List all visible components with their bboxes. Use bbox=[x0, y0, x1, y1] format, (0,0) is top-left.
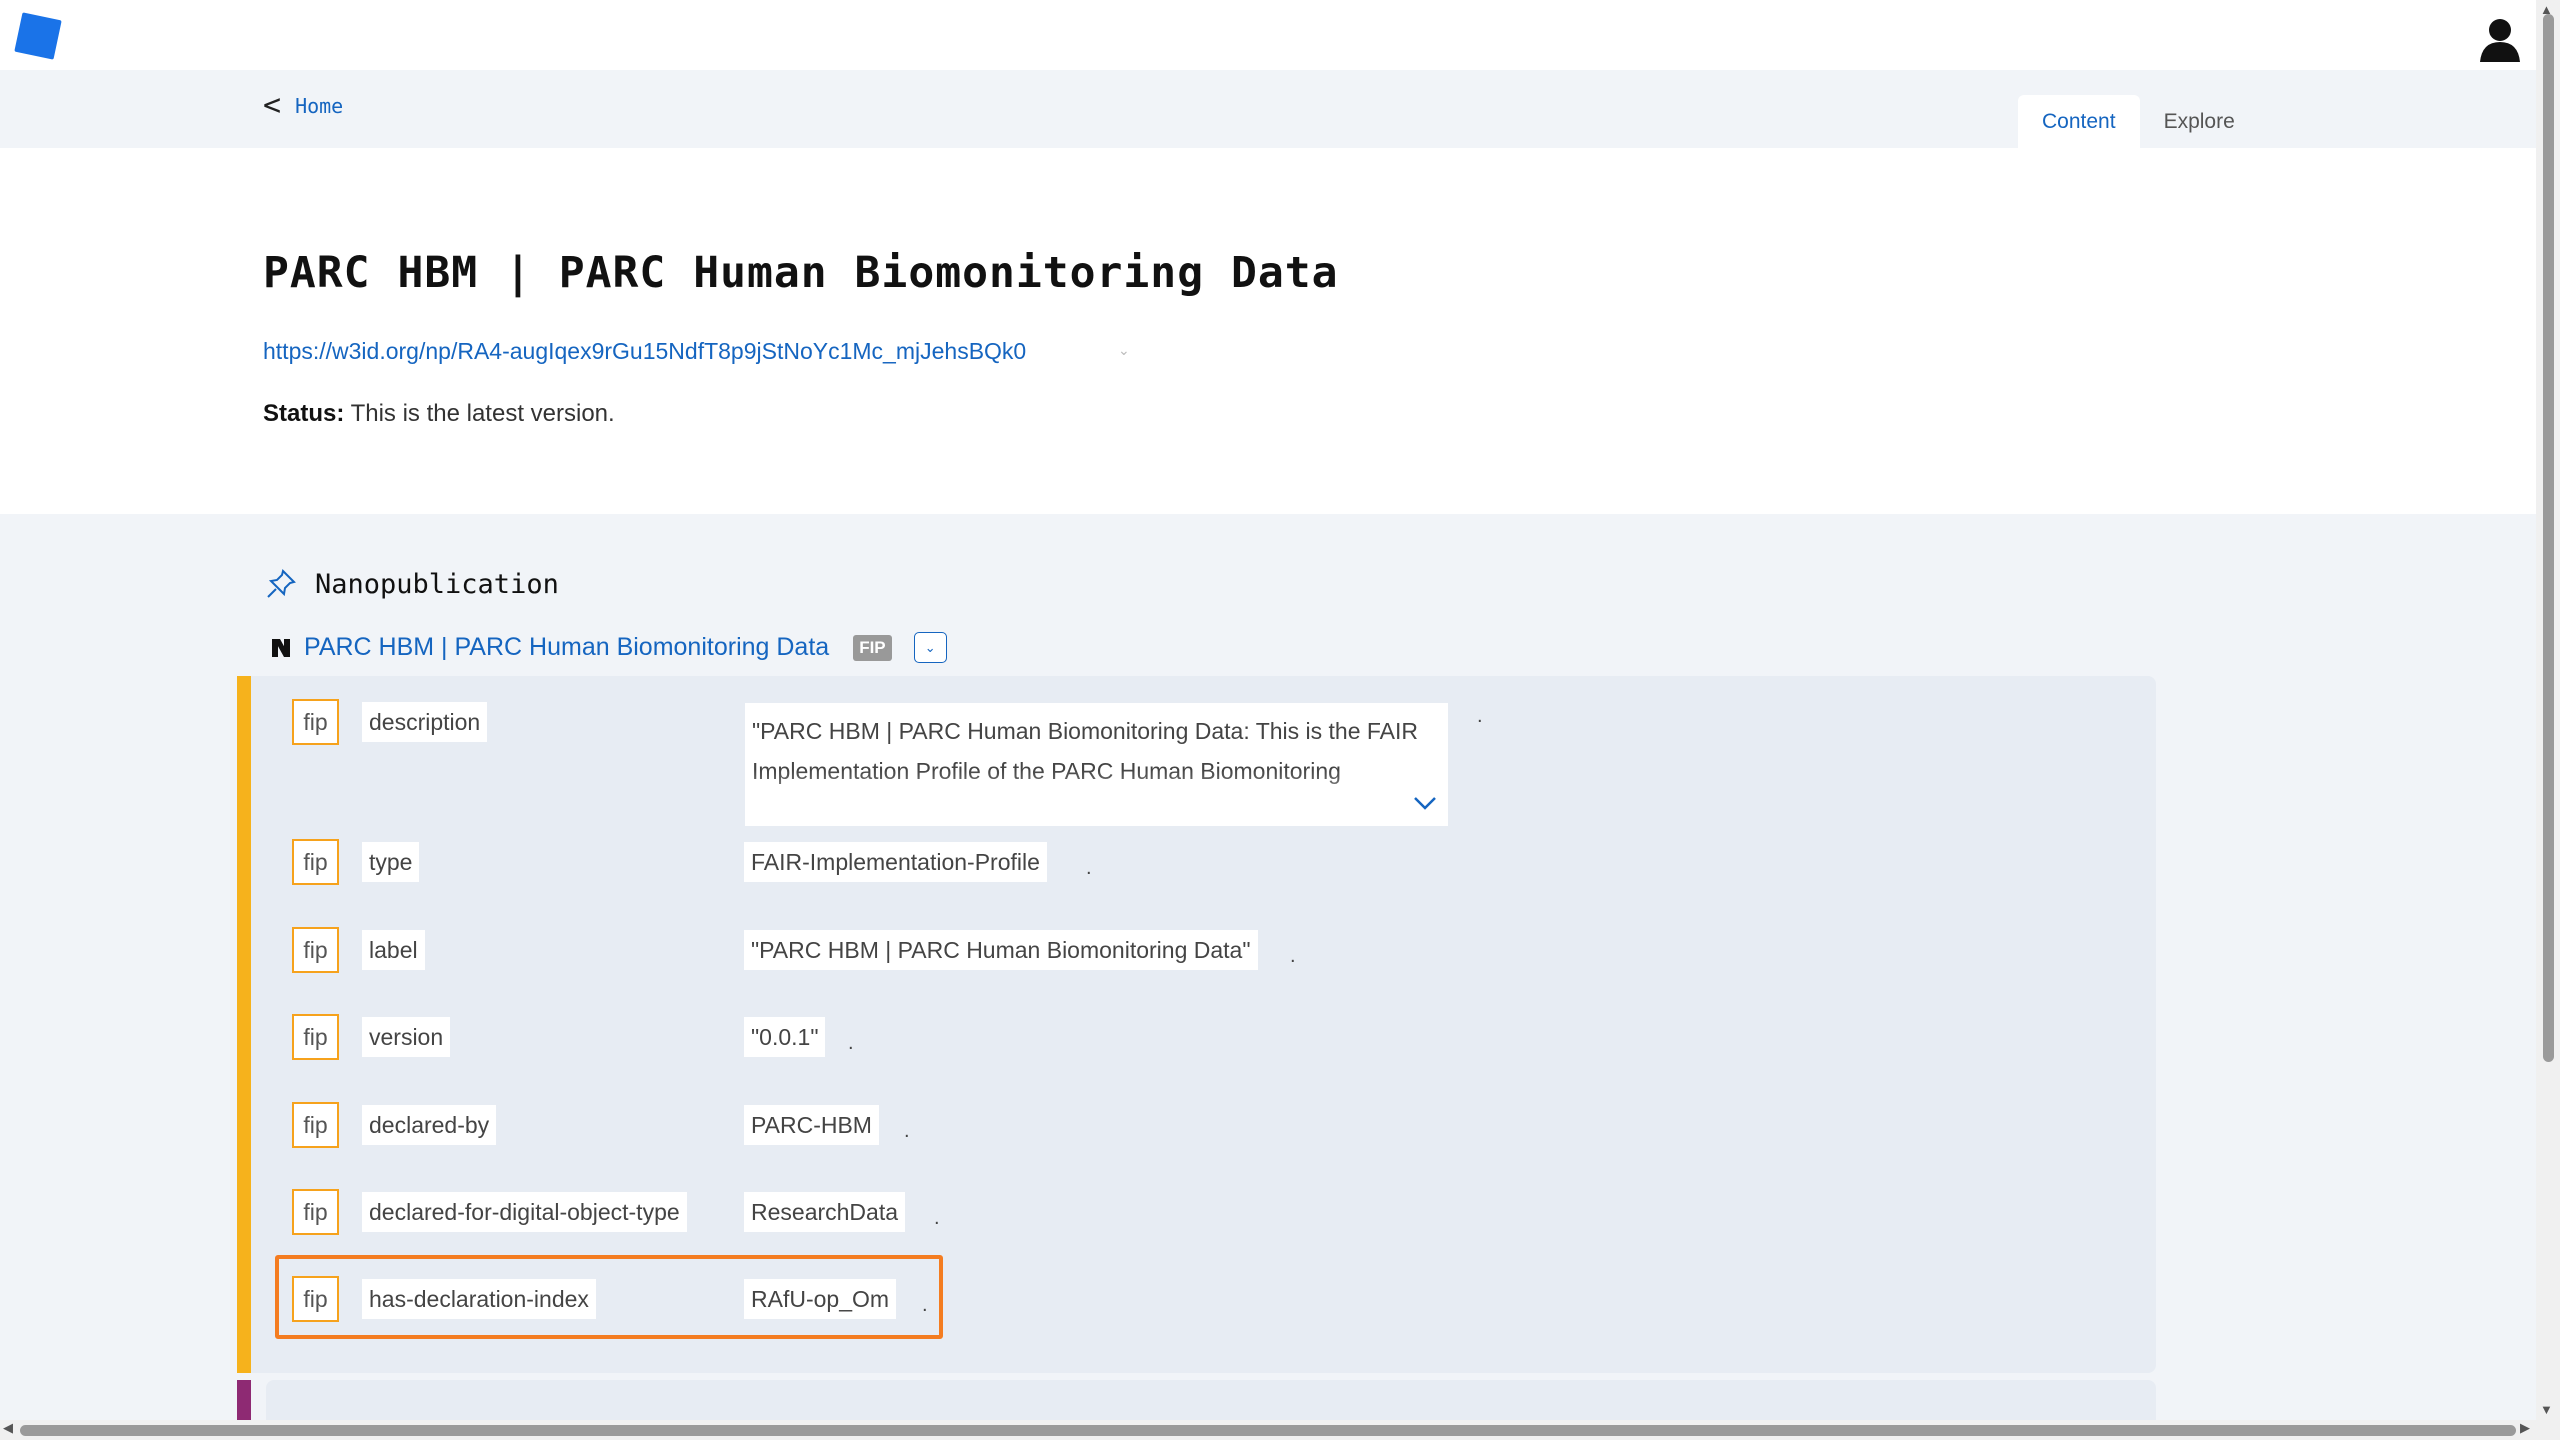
object-term[interactable]: FAIR-Implementation-Profile bbox=[744, 842, 1047, 882]
scroll-left-icon[interactable]: ◀ bbox=[3, 1420, 13, 1436]
subject-term[interactable]: fip bbox=[292, 1014, 339, 1060]
nanopub-logo-icon[interactable] bbox=[14, 12, 62, 60]
tab-content[interactable]: Content bbox=[2018, 95, 2140, 148]
scroll-right-icon[interactable]: ▶ bbox=[2520, 1420, 2530, 1436]
expand-chevron-icon[interactable] bbox=[1412, 793, 1438, 813]
predicate-term[interactable]: description bbox=[362, 702, 488, 742]
breadcrumb: < Home bbox=[263, 91, 343, 121]
user-avatar-icon[interactable] bbox=[2478, 16, 2522, 62]
statement-end-dot: . bbox=[1290, 945, 1296, 967]
subject-term[interactable]: fip bbox=[292, 839, 339, 885]
object-term: "PARC HBM | PARC Human Biomonitoring Dat… bbox=[744, 930, 1258, 970]
predicate-term[interactable]: type bbox=[362, 842, 420, 882]
statement-end-dot: . bbox=[848, 1032, 854, 1054]
nanopublication-heading: Nanopublication bbox=[265, 568, 559, 600]
scroll-down-icon[interactable]: ▼ bbox=[2540, 1402, 2553, 1417]
predicate-term[interactable]: label bbox=[362, 930, 425, 970]
top-bar bbox=[0, 0, 2536, 70]
scrollbar-corner bbox=[2536, 1420, 2560, 1440]
statement-end-dot: . bbox=[934, 1207, 940, 1229]
page-title: PARC HBM | PARC Human Biomonitoring Data bbox=[263, 248, 1339, 298]
subject-term[interactable]: fip bbox=[292, 1189, 339, 1235]
nanopub-url-link[interactable]: https://w3id.org/np/RA4-augIqex9rGu15Ndf… bbox=[263, 338, 1026, 365]
object-term[interactable]: ResearchData bbox=[744, 1192, 906, 1232]
predicate-term[interactable]: version bbox=[362, 1017, 451, 1057]
vertical-scroll-thumb[interactable] bbox=[2543, 14, 2554, 1062]
predicate-term[interactable]: declared-by bbox=[362, 1105, 497, 1145]
statement-end-dot: . bbox=[1477, 705, 1483, 727]
object-term[interactable]: PARC-HBM bbox=[744, 1105, 879, 1145]
view-tabs: Content Explore bbox=[2018, 95, 2259, 148]
statement-end-dot: . bbox=[904, 1120, 910, 1142]
subject-term[interactable]: fip bbox=[292, 699, 339, 745]
tab-explore[interactable]: Explore bbox=[2140, 95, 2259, 148]
provenance-graph bbox=[266, 1380, 2156, 1420]
subject-term[interactable]: fip bbox=[292, 927, 339, 973]
pin-icon bbox=[267, 569, 296, 598]
description-fade bbox=[745, 770, 1448, 826]
statement-end-dot: . bbox=[1086, 857, 1092, 879]
predicate-term[interactable]: declared-for-digital-object-type bbox=[362, 1192, 687, 1232]
nanopub-mark-icon bbox=[272, 638, 290, 657]
object-term: "0.0.1" bbox=[744, 1017, 826, 1057]
home-link[interactable]: Home bbox=[295, 94, 343, 118]
status-text: This is the latest version. bbox=[350, 400, 615, 427]
subject-term[interactable]: fip bbox=[292, 1102, 339, 1148]
status-label: Status: bbox=[263, 400, 345, 427]
chevron-down-icon[interactable]: ⌄ bbox=[1118, 342, 1130, 359]
fip-badge: FIP bbox=[853, 634, 892, 661]
highlight-box bbox=[275, 1255, 943, 1339]
status-line: Status: This is the latest version. bbox=[263, 400, 615, 428]
fip-title-row: PARC HBM | PARC Human Biomonitoring Data… bbox=[270, 632, 947, 663]
fip-title-link[interactable]: PARC HBM | PARC Human Biomonitoring Data bbox=[304, 633, 829, 662]
provenance-bar bbox=[237, 1380, 251, 1420]
horizontal-scroll-thumb[interactable] bbox=[20, 1425, 2516, 1436]
chevron-left-icon[interactable]: < bbox=[263, 91, 281, 121]
chevron-down-icon[interactable]: ⌄ bbox=[913, 632, 947, 663]
section-label: Nanopublication bbox=[315, 568, 559, 600]
